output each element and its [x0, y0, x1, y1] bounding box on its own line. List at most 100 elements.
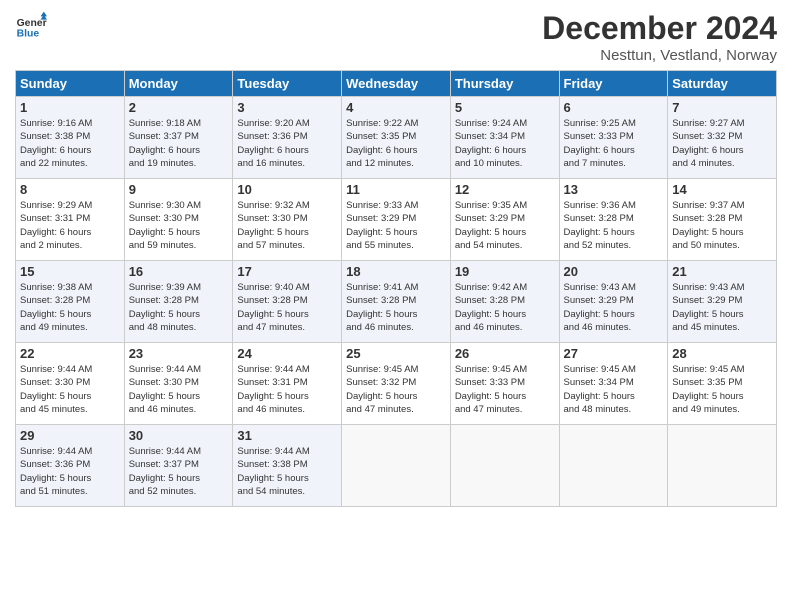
day-info: Sunrise: 9:44 AM Sunset: 3:37 PM Dayligh…	[129, 445, 229, 498]
day-number: 4	[346, 100, 446, 115]
day-number: 27	[564, 346, 664, 361]
day-number: 20	[564, 264, 664, 279]
calendar-cell	[668, 425, 777, 507]
day-number: 29	[20, 428, 120, 443]
day-number: 2	[129, 100, 229, 115]
svg-text:Blue: Blue	[17, 28, 40, 39]
calendar-cell: 11 Sunrise: 9:33 AM Sunset: 3:29 PM Dayli…	[342, 179, 451, 261]
day-number: 19	[455, 264, 555, 279]
calendar-title: December 2024	[542, 10, 777, 47]
day-info: Sunrise: 9:45 AM Sunset: 3:32 PM Dayligh…	[346, 363, 446, 416]
day-number: 18	[346, 264, 446, 279]
day-number: 31	[237, 428, 337, 443]
day-info: Sunrise: 9:45 AM Sunset: 3:35 PM Dayligh…	[672, 363, 772, 416]
day-number: 23	[129, 346, 229, 361]
day-info: Sunrise: 9:44 AM Sunset: 3:30 PM Dayligh…	[20, 363, 120, 416]
day-number: 3	[237, 100, 337, 115]
calendar-cell: 14 Sunrise: 9:37 AM Sunset: 3:28 PM Dayli…	[668, 179, 777, 261]
calendar-cell: 29 Sunrise: 9:44 AM Sunset: 3:36 PM Dayli…	[16, 425, 125, 507]
day-number: 16	[129, 264, 229, 279]
day-number: 17	[237, 264, 337, 279]
header-day-saturday: Saturday	[668, 71, 777, 97]
calendar-week-row: 22Sunrise: 9:44 AM Sunset: 3:30 PM Dayli…	[16, 343, 777, 425]
day-info: Sunrise: 9:44 AM Sunset: 3:36 PM Dayligh…	[20, 445, 120, 498]
calendar-cell: 3 Sunrise: 9:20 AM Sunset: 3:36 PM Daylig…	[233, 97, 342, 179]
day-info: Sunrise: 9:16 AM Sunset: 3:38 PM Dayligh…	[20, 117, 120, 170]
calendar-cell: 1Sunrise: 9:16 AM Sunset: 3:38 PM Daylig…	[16, 97, 125, 179]
header-day-monday: Monday	[124, 71, 233, 97]
header-day-tuesday: Tuesday	[233, 71, 342, 97]
calendar-cell: 4 Sunrise: 9:22 AM Sunset: 3:35 PM Daylig…	[342, 97, 451, 179]
calendar-cell: 27 Sunrise: 9:45 AM Sunset: 3:34 PM Dayli…	[559, 343, 668, 425]
calendar-cell: 22Sunrise: 9:44 AM Sunset: 3:30 PM Dayli…	[16, 343, 125, 425]
day-info: Sunrise: 9:24 AM Sunset: 3:34 PM Dayligh…	[455, 117, 555, 170]
calendar-cell: 12 Sunrise: 9:35 AM Sunset: 3:29 PM Dayli…	[450, 179, 559, 261]
day-info: Sunrise: 9:44 AM Sunset: 3:38 PM Dayligh…	[237, 445, 337, 498]
calendar-week-row: 8Sunrise: 9:29 AM Sunset: 3:31 PM Daylig…	[16, 179, 777, 261]
header-day-thursday: Thursday	[450, 71, 559, 97]
day-info: Sunrise: 9:22 AM Sunset: 3:35 PM Dayligh…	[346, 117, 446, 170]
svg-text:General: General	[17, 18, 47, 29]
calendar-cell: 7 Sunrise: 9:27 AM Sunset: 3:32 PM Daylig…	[668, 97, 777, 179]
day-number: 21	[672, 264, 772, 279]
calendar-cell: 28 Sunrise: 9:45 AM Sunset: 3:35 PM Dayli…	[668, 343, 777, 425]
logo: General Blue	[15, 10, 47, 42]
day-info: Sunrise: 9:18 AM Sunset: 3:37 PM Dayligh…	[129, 117, 229, 170]
day-info: Sunrise: 9:39 AM Sunset: 3:28 PM Dayligh…	[129, 281, 229, 334]
day-number: 30	[129, 428, 229, 443]
calendar-cell	[559, 425, 668, 507]
day-info: Sunrise: 9:33 AM Sunset: 3:29 PM Dayligh…	[346, 199, 446, 252]
calendar-cell: 2 Sunrise: 9:18 AM Sunset: 3:37 PM Daylig…	[124, 97, 233, 179]
calendar-cell: 19Sunrise: 9:42 AM Sunset: 3:28 PM Dayli…	[450, 261, 559, 343]
day-info: Sunrise: 9:27 AM Sunset: 3:32 PM Dayligh…	[672, 117, 772, 170]
day-number: 11	[346, 182, 446, 197]
calendar-cell: 8Sunrise: 9:29 AM Sunset: 3:31 PM Daylig…	[16, 179, 125, 261]
calendar-cell: 16 Sunrise: 9:39 AM Sunset: 3:28 PM Dayli…	[124, 261, 233, 343]
calendar-week-row: 29 Sunrise: 9:44 AM Sunset: 3:36 PM Dayli…	[16, 425, 777, 507]
day-info: Sunrise: 9:37 AM Sunset: 3:28 PM Dayligh…	[672, 199, 772, 252]
day-info: Sunrise: 9:35 AM Sunset: 3:29 PM Dayligh…	[455, 199, 555, 252]
day-info: Sunrise: 9:41 AM Sunset: 3:28 PM Dayligh…	[346, 281, 446, 334]
calendar-cell: 9Sunrise: 9:30 AM Sunset: 3:30 PM Daylig…	[124, 179, 233, 261]
calendar-table: SundayMondayTuesdayWednesdayThursdayFrid…	[15, 70, 777, 507]
day-info: Sunrise: 9:38 AM Sunset: 3:28 PM Dayligh…	[20, 281, 120, 334]
day-info: Sunrise: 9:43 AM Sunset: 3:29 PM Dayligh…	[672, 281, 772, 334]
day-info: Sunrise: 9:32 AM Sunset: 3:30 PM Dayligh…	[237, 199, 337, 252]
day-number: 14	[672, 182, 772, 197]
calendar-cell: 13Sunrise: 9:36 AM Sunset: 3:28 PM Dayli…	[559, 179, 668, 261]
day-info: Sunrise: 9:20 AM Sunset: 3:36 PM Dayligh…	[237, 117, 337, 170]
calendar-subtitle: Nesttun, Vestland, Norway	[542, 47, 777, 64]
header-day-friday: Friday	[559, 71, 668, 97]
day-number: 7	[672, 100, 772, 115]
day-number: 26	[455, 346, 555, 361]
day-info: Sunrise: 9:40 AM Sunset: 3:28 PM Dayligh…	[237, 281, 337, 334]
day-number: 5	[455, 100, 555, 115]
day-info: Sunrise: 9:43 AM Sunset: 3:29 PM Dayligh…	[564, 281, 664, 334]
title-block: December 2024 Nesttun, Vestland, Norway	[542, 10, 777, 64]
logo-icon: General Blue	[15, 10, 47, 42]
day-number: 8	[20, 182, 120, 197]
header-day-sunday: Sunday	[16, 71, 125, 97]
day-number: 24	[237, 346, 337, 361]
day-number: 13	[564, 182, 664, 197]
calendar-cell: 15Sunrise: 9:38 AM Sunset: 3:28 PM Dayli…	[16, 261, 125, 343]
calendar-cell: 21 Sunrise: 9:43 AM Sunset: 3:29 PM Dayli…	[668, 261, 777, 343]
calendar-cell: 23 Sunrise: 9:44 AM Sunset: 3:30 PM Dayli…	[124, 343, 233, 425]
calendar-cell	[342, 425, 451, 507]
calendar-cell: 31 Sunrise: 9:44 AM Sunset: 3:38 PM Dayli…	[233, 425, 342, 507]
calendar-cell: 6Sunrise: 9:25 AM Sunset: 3:33 PM Daylig…	[559, 97, 668, 179]
day-number: 28	[672, 346, 772, 361]
calendar-cell: 17 Sunrise: 9:40 AM Sunset: 3:28 PM Dayli…	[233, 261, 342, 343]
calendar-cell	[450, 425, 559, 507]
day-number: 9	[129, 182, 229, 197]
calendar-cell: 25Sunrise: 9:45 AM Sunset: 3:32 PM Dayli…	[342, 343, 451, 425]
day-info: Sunrise: 9:45 AM Sunset: 3:33 PM Dayligh…	[455, 363, 555, 416]
day-number: 10	[237, 182, 337, 197]
calendar-cell: 26 Sunrise: 9:45 AM Sunset: 3:33 PM Dayli…	[450, 343, 559, 425]
header-row: General Blue December 2024 Nesttun, Vest…	[15, 10, 777, 64]
day-info: Sunrise: 9:45 AM Sunset: 3:34 PM Dayligh…	[564, 363, 664, 416]
day-number: 12	[455, 182, 555, 197]
calendar-cell: 5 Sunrise: 9:24 AM Sunset: 3:34 PM Daylig…	[450, 97, 559, 179]
calendar-cell: 18 Sunrise: 9:41 AM Sunset: 3:28 PM Dayli…	[342, 261, 451, 343]
day-info: Sunrise: 9:44 AM Sunset: 3:30 PM Dayligh…	[129, 363, 229, 416]
